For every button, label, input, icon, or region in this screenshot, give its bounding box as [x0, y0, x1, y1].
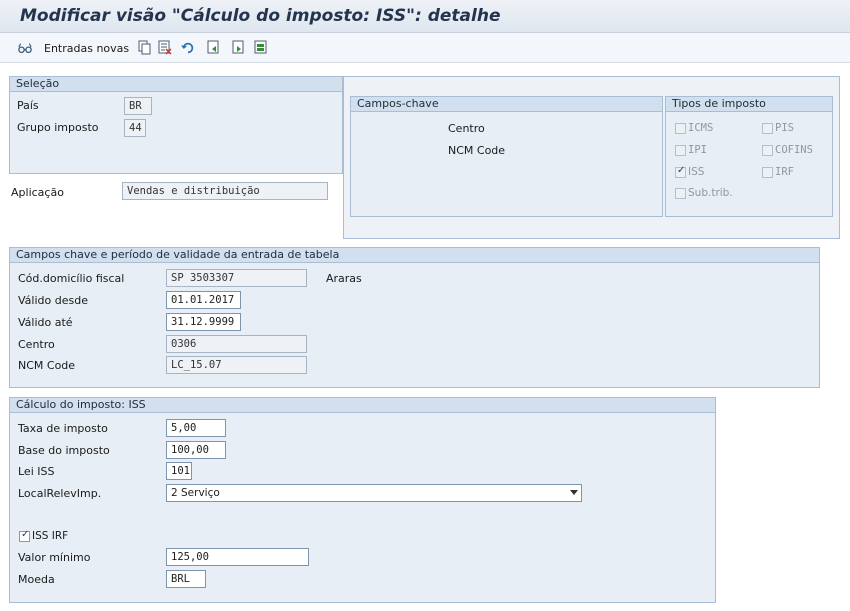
- min-value-field[interactable]: 125,00: [166, 548, 309, 566]
- valid-from-label: Válido desde: [18, 294, 88, 307]
- tax-types-panel: Tipos de imposto ICMS PIS IPI COFINS ✓ I…: [665, 96, 833, 217]
- country-label: País: [17, 99, 39, 112]
- irf-checkbox[interactable]: [762, 167, 773, 178]
- select-block-icon[interactable]: [254, 40, 268, 55]
- copy-icon[interactable]: [138, 40, 152, 55]
- tax-relevance-value: 2 Serviço: [171, 487, 220, 499]
- tax-rate-field[interactable]: 5,00: [166, 419, 226, 437]
- tax-domicile-label: Cód.domicílio fiscal: [18, 272, 125, 285]
- currency-field[interactable]: BRL: [166, 570, 206, 588]
- key-field-plant: Centro: [448, 122, 485, 135]
- validity-header: Campos chave e período de validade da en…: [10, 248, 819, 263]
- tax-group-label: Grupo imposto: [17, 121, 99, 134]
- valid-to-label: Válido até: [18, 316, 73, 329]
- plant-field[interactable]: 0306: [166, 335, 307, 353]
- application-label: Aplicação: [11, 186, 64, 199]
- previous-entry-icon[interactable]: [207, 40, 221, 55]
- iss-law-label: Lei ISS: [18, 465, 55, 478]
- new-entries-label: Entradas novas: [44, 41, 130, 55]
- plant-label: Centro: [18, 338, 55, 351]
- iss-irf-checkbox[interactable]: ✓: [19, 529, 30, 542]
- toolbar: Entradas novas: [0, 33, 850, 63]
- cofins-checkbox[interactable]: [762, 145, 773, 156]
- iss-irf-label: ISS IRF: [32, 530, 69, 542]
- selection-header: Seleção: [10, 77, 342, 92]
- currency-label: Moeda: [18, 573, 55, 586]
- glasses-icon[interactable]: [18, 40, 32, 55]
- tax-base-label: Base do imposto: [18, 444, 110, 457]
- pis-checkbox[interactable]: [762, 123, 773, 134]
- min-value-label: Valor mínimo: [18, 551, 91, 564]
- key-fields-header: Campos-chave: [351, 97, 662, 112]
- chevron-down-icon[interactable]: [570, 490, 578, 495]
- tax-relevance-label: LocalRelevImp.: [18, 487, 102, 500]
- irf-label: IRF: [775, 166, 794, 178]
- tax-group-field[interactable]: 44: [124, 119, 146, 137]
- tax-domicile-field[interactable]: SP 3503307: [166, 269, 307, 287]
- key-field-ncm-code: NCM Code: [448, 144, 506, 157]
- pis-label: PIS: [775, 122, 794, 134]
- application-field[interactable]: Vendas e distribuição: [122, 182, 328, 200]
- undo-icon[interactable]: [181, 40, 195, 55]
- validity-panel: Campos chave e período de validade da en…: [9, 247, 820, 388]
- tax-relevance-dropdown[interactable]: 2 Serviço: [166, 484, 582, 502]
- iss-checkbox[interactable]: ✓: [675, 165, 686, 178]
- ipi-label: IPI: [688, 144, 707, 156]
- checkmark-icon: ✓: [21, 529, 30, 540]
- next-entry-icon[interactable]: [232, 40, 246, 55]
- country-field[interactable]: BR: [124, 97, 152, 115]
- icms-label: ICMS: [688, 122, 714, 134]
- key-fields-panel: Campos-chave Centro NCM Code: [350, 96, 663, 217]
- tax-calculation-header: Cálculo do imposto: ISS: [10, 398, 715, 413]
- checkmark-icon: ✓: [677, 165, 686, 176]
- sub-trib-checkbox[interactable]: [675, 188, 686, 199]
- tax-base-field[interactable]: 100,00: [166, 441, 226, 459]
- title-bar: Modificar visão "Cálculo do imposto: ISS…: [0, 0, 850, 33]
- ncm-code-label: NCM Code: [18, 359, 76, 372]
- tax-rate-label: Taxa de imposto: [18, 422, 108, 435]
- valid-from-field[interactable]: 01.01.2017: [166, 291, 241, 309]
- delete-icon[interactable]: [158, 40, 172, 55]
- new-entries-button[interactable]: Entradas novas: [44, 39, 129, 57]
- tax-types-header: Tipos de imposto: [666, 97, 832, 112]
- iss-law-field[interactable]: 101: [166, 462, 192, 480]
- valid-to-field[interactable]: 31.12.9999: [166, 313, 241, 331]
- window-title: Modificar visão "Cálculo do imposto: ISS…: [20, 6, 501, 26]
- tax-calculation-panel: Cálculo do imposto: ISS Taxa de imposto …: [9, 397, 716, 603]
- selection-panel: Seleção País BR Grupo imposto 44: [9, 76, 343, 174]
- tax-domicile-desc: Araras: [326, 272, 362, 285]
- icms-checkbox[interactable]: [675, 123, 686, 134]
- ncm-code-field[interactable]: LC_15.07: [166, 356, 307, 374]
- cofins-label: COFINS: [775, 144, 813, 156]
- iss-label: ISS: [688, 166, 705, 178]
- sub-trib-label: Sub.trib.: [688, 187, 733, 199]
- ipi-checkbox[interactable]: [675, 145, 686, 156]
